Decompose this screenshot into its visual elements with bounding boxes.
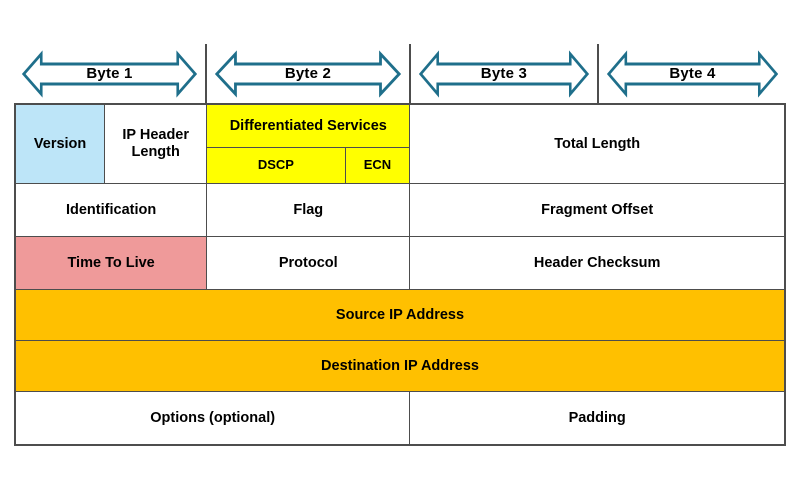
byte-column-4: Byte 4 (596, 44, 786, 103)
table-row: Source IP Address (14, 289, 786, 341)
table-row: Version IP Header Length Differentiated … (14, 103, 786, 184)
diffserv-subfields: DSCP ECN (207, 148, 409, 183)
field-total-length: Total Length (409, 103, 786, 184)
field-version: Version (14, 103, 106, 184)
field-flag: Flag (206, 183, 411, 237)
field-time-to-live: Time To Live (14, 236, 208, 290)
diffserv-block: Differentiated Services DSCP ECN (207, 105, 410, 183)
diffserv-title: Differentiated Services (207, 105, 410, 148)
ipv4-header-diagram: Byte 1 Byte 2 Byte 3 Byte 4 Version IP H… (14, 44, 786, 446)
byte-column-2: Byte 2 (204, 44, 409, 103)
field-source-ip-address: Source IP Address (14, 289, 786, 341)
field-ecn: ECN (363, 157, 392, 173)
double-arrow-icon: Byte 4 (606, 49, 778, 98)
byte-label: Byte 1 (86, 65, 133, 82)
table-row: Identification Flag Fragment Offset (14, 183, 786, 237)
field-fragment-offset: Fragment Offset (409, 183, 786, 237)
double-arrow-icon: Byte 3 (418, 49, 589, 98)
byte-label: Byte 4 (669, 65, 716, 82)
byte-label: Byte 2 (284, 65, 332, 82)
byte-column-3: Byte 3 (408, 44, 597, 103)
table-row: Options (optional) Padding (14, 391, 786, 446)
field-dscp: DSCP (207, 148, 346, 183)
double-arrow-icon: Byte 2 (214, 49, 401, 98)
field-differentiated-services: Differentiated Services DSCP ECN (206, 103, 411, 184)
field-destination-ip-address: Destination IP Address (14, 340, 786, 392)
field-padding: Padding (409, 391, 786, 446)
table-row: Destination IP Address (14, 340, 786, 392)
ipv4-field-table: Version IP Header Length Differentiated … (14, 103, 786, 446)
field-protocol: Protocol (206, 236, 411, 290)
table-row: Time To Live Protocol Header Checksum (14, 236, 786, 290)
byte-label: Byte 3 (480, 65, 528, 82)
field-identification: Identification (14, 183, 208, 237)
double-arrow-icon: Byte 1 (22, 49, 197, 98)
field-options: Options (optional) (14, 391, 411, 446)
byte-ruler: Byte 1 Byte 2 Byte 3 Byte 4 (14, 44, 786, 103)
field-header-checksum: Header Checksum (409, 236, 786, 290)
field-ip-header-length: IP Header Length (104, 103, 208, 184)
byte-column-1: Byte 1 (14, 44, 205, 103)
